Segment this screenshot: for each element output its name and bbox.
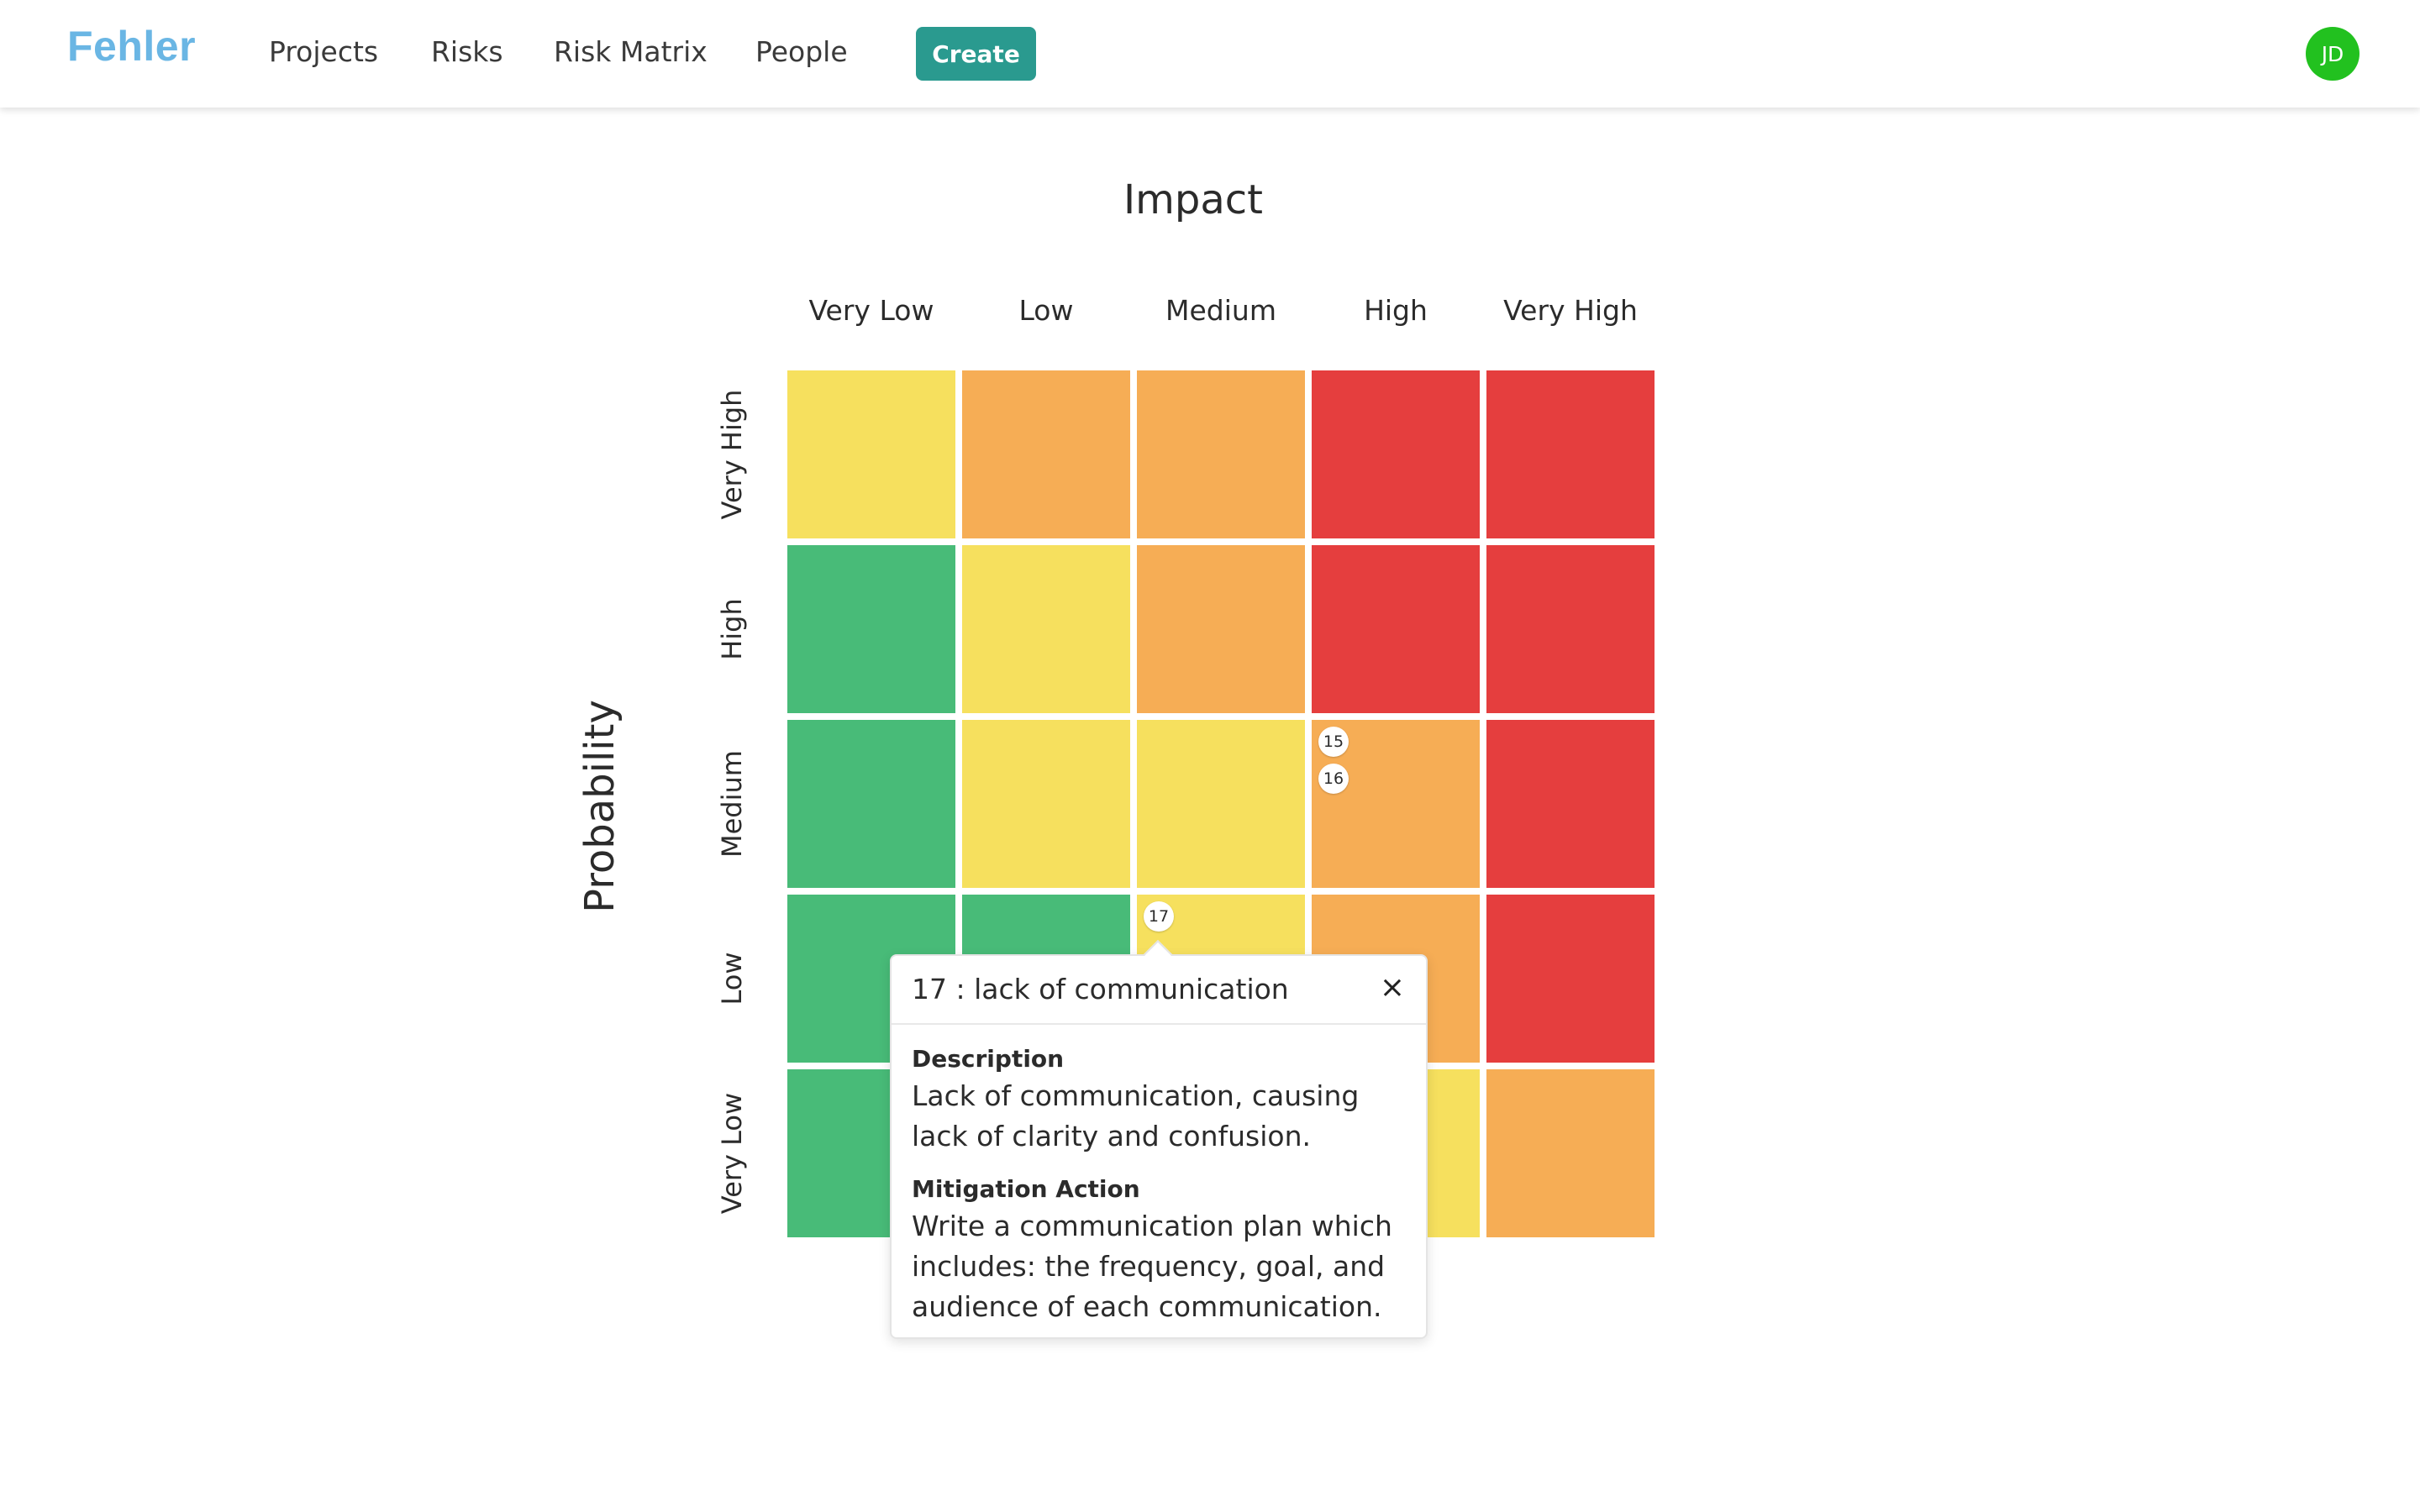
impact-axis-title: Impact	[1123, 176, 1263, 223]
row-label-medium: Medium	[716, 750, 748, 858]
matrix-cell-high-probability-high-impact[interactable]	[1312, 545, 1480, 713]
matrix-cell-low-probability-very-high-impact[interactable]	[1486, 895, 1655, 1063]
matrix-cell-medium-probability-very-high-impact[interactable]	[1486, 720, 1655, 888]
matrix-cell-high-probability-very-high-impact[interactable]	[1486, 545, 1655, 713]
matrix-cell-medium-probability-high-impact[interactable]: 15 16	[1312, 720, 1480, 888]
row-label-very-low: Very Low	[716, 1092, 748, 1215]
matrix-cell-high-probability-low-impact[interactable]	[962, 545, 1130, 713]
nav-link-risk-matrix[interactable]: Risk Matrix	[554, 35, 708, 68]
column-label-very-high: Very High	[1503, 294, 1638, 327]
description-label: Description	[912, 1045, 1065, 1073]
popover-body: Description Lack of communication, causi…	[892, 1025, 1426, 1327]
matrix-cell-very-high-probability-high-impact[interactable]	[1312, 370, 1480, 538]
risk-marker-16[interactable]: 16	[1318, 764, 1349, 794]
column-label-low: Low	[1018, 294, 1074, 327]
description-text: Lack of communication, causing lack of c…	[912, 1079, 1360, 1152]
matrix-cell-medium-probability-medium-impact[interactable]	[1137, 720, 1305, 888]
user-avatar[interactable]: JD	[2306, 27, 2360, 81]
create-button[interactable]: Create	[916, 27, 1036, 81]
risk-marker-15[interactable]: 15	[1318, 727, 1349, 757]
brand-logo[interactable]: Fehler	[67, 22, 196, 71]
matrix-cell-medium-probability-low-impact[interactable]	[962, 720, 1130, 888]
close-icon[interactable]: ×	[1376, 971, 1409, 1005]
column-label-very-low: Very Low	[808, 294, 934, 327]
matrix-cell-very-high-probability-low-impact[interactable]	[962, 370, 1130, 538]
column-label-medium: Medium	[1165, 294, 1276, 327]
risk-detail-popover: 17 : lack of communication × Description…	[890, 954, 1428, 1339]
risk-marker-17[interactable]: 17	[1144, 901, 1174, 932]
matrix-cell-very-high-probability-very-high-impact[interactable]	[1486, 370, 1655, 538]
row-label-high: High	[716, 598, 748, 660]
matrix-cell-medium-probability-very-low-impact[interactable]	[787, 720, 955, 888]
column-label-high: High	[1364, 294, 1428, 327]
matrix-cell-high-probability-medium-impact[interactable]	[1137, 545, 1305, 713]
popover-title: 17 : lack of communication	[912, 973, 1289, 1005]
row-label-very-high: Very High	[716, 389, 748, 520]
matrix-cell-very-high-probability-medium-impact[interactable]	[1137, 370, 1305, 538]
nav-link-projects[interactable]: Projects	[269, 35, 378, 68]
matrix-cell-very-high-probability-very-low-impact[interactable]	[787, 370, 955, 538]
mitigation-label: Mitigation Action	[912, 1175, 1140, 1203]
probability-axis-title: Probability	[576, 700, 623, 913]
nav-link-people[interactable]: People	[755, 35, 848, 68]
matrix-cell-high-probability-very-low-impact[interactable]	[787, 545, 955, 713]
matrix-cell-very-low-probability-very-high-impact[interactable]	[1486, 1069, 1655, 1237]
nav-link-risks[interactable]: Risks	[431, 35, 503, 68]
top-navbar: Fehler Projects Risks Risk Matrix People…	[0, 0, 2420, 108]
row-label-low: Low	[716, 952, 748, 1005]
mitigation-text: Write a communication plan which include…	[912, 1210, 1392, 1323]
